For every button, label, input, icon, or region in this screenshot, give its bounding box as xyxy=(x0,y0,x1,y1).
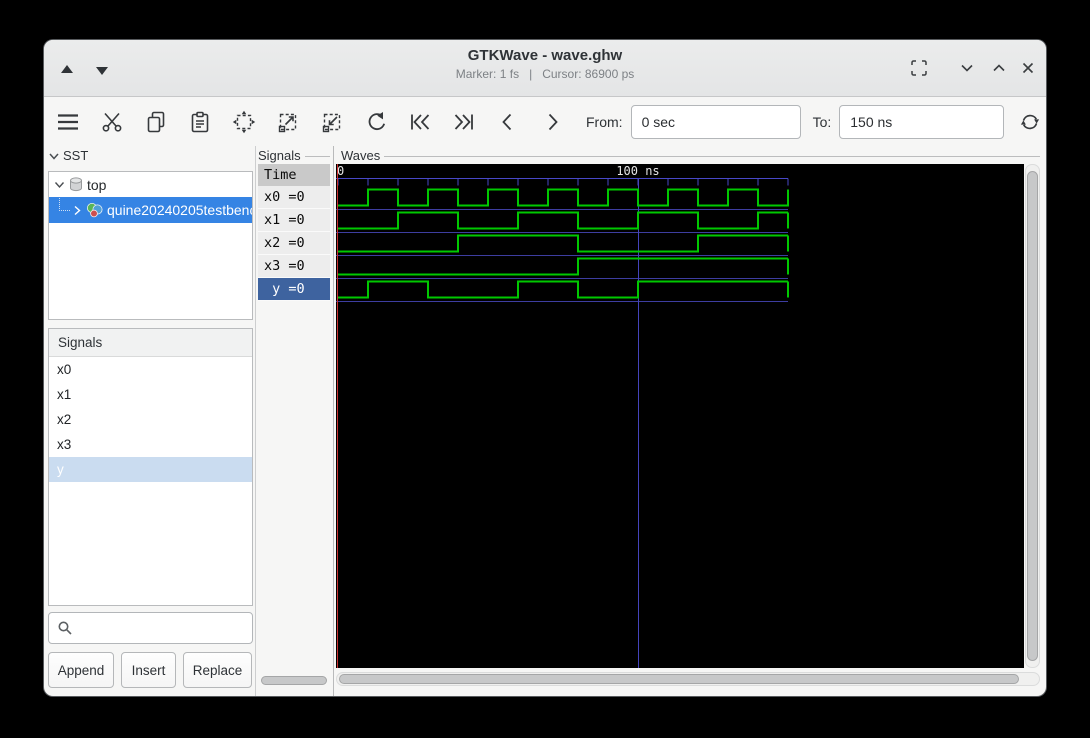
timeline-label: 100 ns xyxy=(616,164,659,178)
insert-button[interactable]: Insert xyxy=(121,652,176,688)
name-row-y[interactable]: y =0 xyxy=(258,278,330,301)
toolbar: From: To: xyxy=(44,97,1046,146)
name-row-x0[interactable]: x0 =0 xyxy=(258,186,330,209)
window-subtitle: Marker: 1 fs | Cursor: 86900 ps xyxy=(44,67,1046,81)
pane-splitter[interactable] xyxy=(333,146,334,696)
to-label: To: xyxy=(812,113,832,130)
timeline-label: 0 xyxy=(337,164,344,178)
wave-signal-x1 xyxy=(338,211,788,230)
signal-list-item-x0[interactable]: x0 xyxy=(49,357,252,382)
search-icon xyxy=(58,621,72,635)
signal-list-item-x2[interactable]: x2 xyxy=(49,407,252,432)
from-label: From: xyxy=(586,113,623,130)
sst-tree: top quine20240205testbench xyxy=(48,171,253,320)
minimize-icon[interactable] xyxy=(958,59,976,77)
menu-icon[interactable] xyxy=(56,110,80,134)
search-input[interactable] xyxy=(79,619,259,637)
subtitle-separator: | xyxy=(529,67,533,81)
tree-item-label: top xyxy=(87,176,107,193)
sst-label: SST xyxy=(63,148,89,163)
module-icon xyxy=(70,177,82,192)
wave-vscrollbar-thumb[interactable] xyxy=(1027,171,1038,661)
zoom-out-icon[interactable] xyxy=(320,110,344,134)
name-row-x2[interactable]: x2 =0 xyxy=(258,232,330,255)
names-frame-label: Signals xyxy=(258,148,330,163)
undo-icon[interactable] xyxy=(364,110,388,134)
step-backward-icon[interactable] xyxy=(496,110,520,134)
zoom-fit-icon[interactable] xyxy=(232,110,256,134)
fast-forward-icon[interactable] xyxy=(452,110,476,134)
window-title: GTKWave - wave.ghw xyxy=(467,47,623,64)
cursor-readout: Cursor: 86900 ps xyxy=(542,67,635,81)
desktop-background: GTKWave - wave.ghw Marker: 1 fs | Cursor: … xyxy=(0,0,1090,738)
wave-signal-x0 xyxy=(338,188,789,207)
append-button[interactable]: Append xyxy=(48,652,114,688)
step-forward-icon[interactable] xyxy=(540,110,564,134)
paste-icon[interactable] xyxy=(188,110,212,134)
titlebar[interactable]: GTKWave - wave.ghw Marker: 1 fs | Cursor: … xyxy=(44,40,1046,97)
wave-signal-y xyxy=(338,280,788,299)
marker-readout: Marker: 1 fs xyxy=(455,67,520,81)
wave-signal-x2 xyxy=(338,234,788,253)
tree-item-label: quine20240205testbench xyxy=(107,202,253,218)
wave-hscrollbar-thumb[interactable] xyxy=(339,674,1019,684)
fast-backward-icon[interactable] xyxy=(408,110,432,134)
signal-list-item-x3[interactable]: x3 xyxy=(49,432,252,457)
panel-divider xyxy=(255,146,256,696)
close-icon[interactable] xyxy=(1019,59,1037,77)
sst-expander[interactable]: SST xyxy=(48,148,88,163)
name-row-x3[interactable]: x3 =0 xyxy=(258,255,330,278)
time-column-header[interactable]: Time xyxy=(258,164,330,186)
wave-canvas[interactable]: 0 100 ns xyxy=(336,164,1024,668)
zoom-in-icon[interactable] xyxy=(276,110,300,134)
signal-search-list: x0 x1 x2 x3 y xyxy=(49,357,252,482)
waves-frame-label: Waves xyxy=(341,148,1040,163)
chevron-right-icon xyxy=(74,205,81,215)
names-hscrollbar-thumb[interactable] xyxy=(261,676,327,685)
cut-icon[interactable] xyxy=(100,110,124,134)
signal-list-item-x1[interactable]: x1 xyxy=(49,382,252,407)
maximize-icon[interactable] xyxy=(990,59,1008,77)
to-input[interactable] xyxy=(839,104,1005,139)
signal-name-rows: x0 =0 x1 =0 x2 =0 x3 =0 y =0 xyxy=(258,186,330,301)
signal-search-panel: Signals x0 x1 x2 x3 y xyxy=(48,328,253,606)
tree-item-top[interactable]: top xyxy=(49,172,252,197)
reload-icon[interactable] xyxy=(1018,110,1042,134)
component-icon xyxy=(87,203,103,218)
tree-guide xyxy=(59,197,70,211)
chevron-down-icon xyxy=(54,182,65,189)
copy-icon[interactable] xyxy=(144,110,168,134)
from-input[interactable] xyxy=(630,104,801,139)
gtkwave-window: GTKWave - wave.ghw Marker: 1 fs | Cursor: … xyxy=(44,40,1046,696)
chevron-down-icon xyxy=(49,153,59,160)
signal-search-header: Signals xyxy=(49,329,252,357)
tree-item-testbench[interactable]: quine20240205testbench xyxy=(49,197,252,223)
replace-button[interactable]: Replace xyxy=(183,652,252,688)
fit-screen-icon[interactable] xyxy=(910,59,928,77)
waveform-svg: 0 100 ns xyxy=(336,164,789,668)
signal-list-item-y[interactable]: y xyxy=(49,457,252,482)
name-row-x1[interactable]: x1 =0 xyxy=(258,209,330,232)
wave-signal-x3 xyxy=(338,257,788,276)
signal-search-box[interactable] xyxy=(48,612,259,644)
